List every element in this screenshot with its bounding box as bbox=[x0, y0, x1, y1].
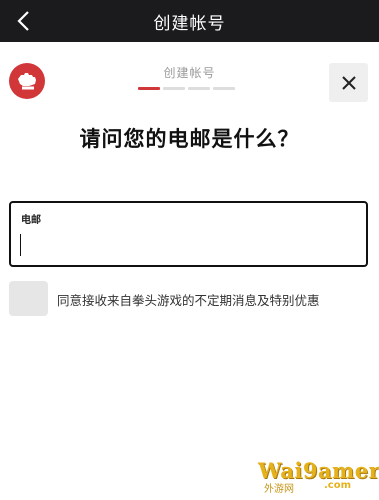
email-input[interactable] bbox=[19, 229, 349, 259]
watermark-logo: Wai9amer 外游网 .com bbox=[258, 456, 379, 496]
page-title: 创建帐号 bbox=[153, 13, 226, 34]
email-field-label: 电邮 bbox=[21, 215, 41, 226]
watermark-domain: .com bbox=[324, 480, 352, 491]
progress-segment-3 bbox=[188, 87, 210, 90]
email-question-heading: 请问您的电邮是什么？ bbox=[79, 127, 300, 151]
step-title: 创建帐号 bbox=[163, 66, 216, 80]
progress-segment-4 bbox=[213, 87, 235, 90]
back-button[interactable] bbox=[8, 6, 38, 36]
consent-checkbox[interactable] bbox=[9, 281, 48, 316]
progress-segment-2 bbox=[163, 87, 185, 90]
close-icon bbox=[341, 75, 356, 90]
chevron-left-icon bbox=[17, 11, 29, 31]
consent-label: 同意接收来自拳头游戏的不定期消息及特别优惠 bbox=[57, 293, 320, 308]
top-navigation-bar: 创建帐号 bbox=[0, 0, 379, 42]
progress-segment-1 bbox=[138, 87, 160, 90]
watermark-subtext: 外游网 bbox=[264, 484, 294, 495]
email-field-container[interactable]: 电邮 bbox=[9, 201, 368, 267]
close-button[interactable] bbox=[329, 63, 368, 102]
step-progress bbox=[138, 87, 235, 90]
text-cursor bbox=[20, 234, 21, 256]
